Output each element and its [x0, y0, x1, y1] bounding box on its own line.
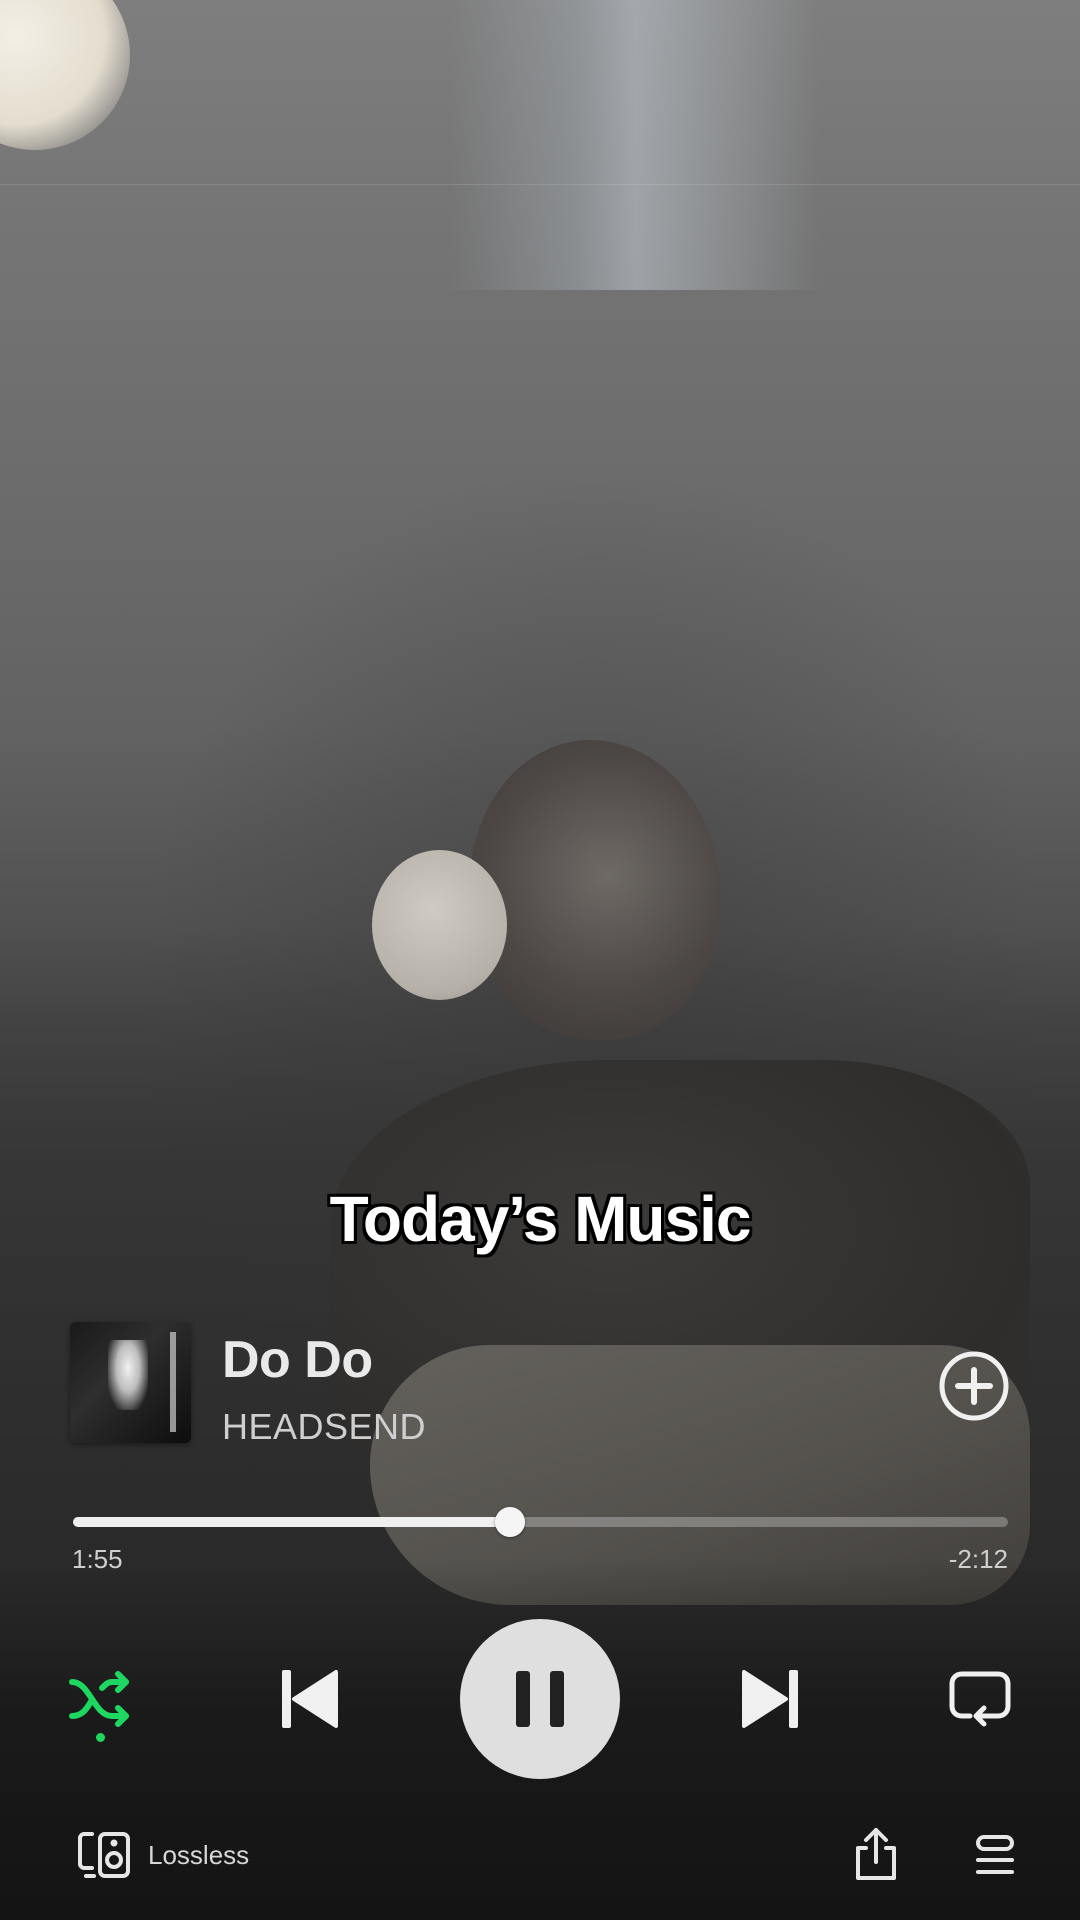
plus-circle-icon: [939, 1351, 1009, 1421]
shuffle-button[interactable]: [68, 1666, 134, 1732]
video-caption: Today’s Music: [329, 1183, 752, 1255]
progress-fill: [73, 1517, 510, 1527]
connect-device-button[interactable]: [78, 1830, 130, 1880]
repeat-button[interactable]: [948, 1670, 1012, 1730]
repeat-icon: [949, 1671, 1011, 1727]
share-button[interactable]: [852, 1826, 900, 1882]
progress-knob[interactable]: [494, 1507, 525, 1537]
now-playing-screen: Today’s Music Do Do HEADSEND 1:55 -2:12: [0, 0, 1080, 1920]
album-art-edge: [170, 1332, 176, 1432]
queue-button[interactable]: [974, 1834, 1016, 1878]
background-headphones: [372, 850, 507, 1000]
shuffle-icon: [69, 1671, 129, 1727]
connect-device-icon: [78, 1832, 130, 1878]
previous-track-button[interactable]: [278, 1664, 342, 1734]
album-art-flash: [108, 1340, 148, 1410]
background-divider: [0, 184, 1080, 185]
track-title[interactable]: Do Do: [222, 1330, 373, 1390]
time-remaining: -2:12: [948, 1544, 1008, 1574]
background-person-head: [470, 740, 720, 1040]
next-track-button[interactable]: [738, 1664, 802, 1734]
play-pause-button[interactable]: [460, 1619, 620, 1779]
track-artist[interactable]: HEADSEND: [222, 1406, 426, 1448]
background-lamp: [0, 0, 130, 150]
pause-icon: [516, 1671, 564, 1727]
album-art[interactable]: [70, 1322, 191, 1443]
audio-quality-label[interactable]: Lossless: [148, 1840, 249, 1871]
skip-previous-icon: [282, 1670, 338, 1728]
queue-icon: [976, 1835, 1014, 1874]
progress-bar[interactable]: [73, 1507, 1008, 1537]
add-to-library-button[interactable]: [938, 1350, 1010, 1422]
shuffle-active-indicator: [96, 1733, 105, 1742]
time-elapsed: 1:55: [72, 1544, 123, 1574]
skip-next-icon: [742, 1670, 798, 1728]
share-icon: [856, 1828, 896, 1880]
background-window: [450, 0, 820, 290]
